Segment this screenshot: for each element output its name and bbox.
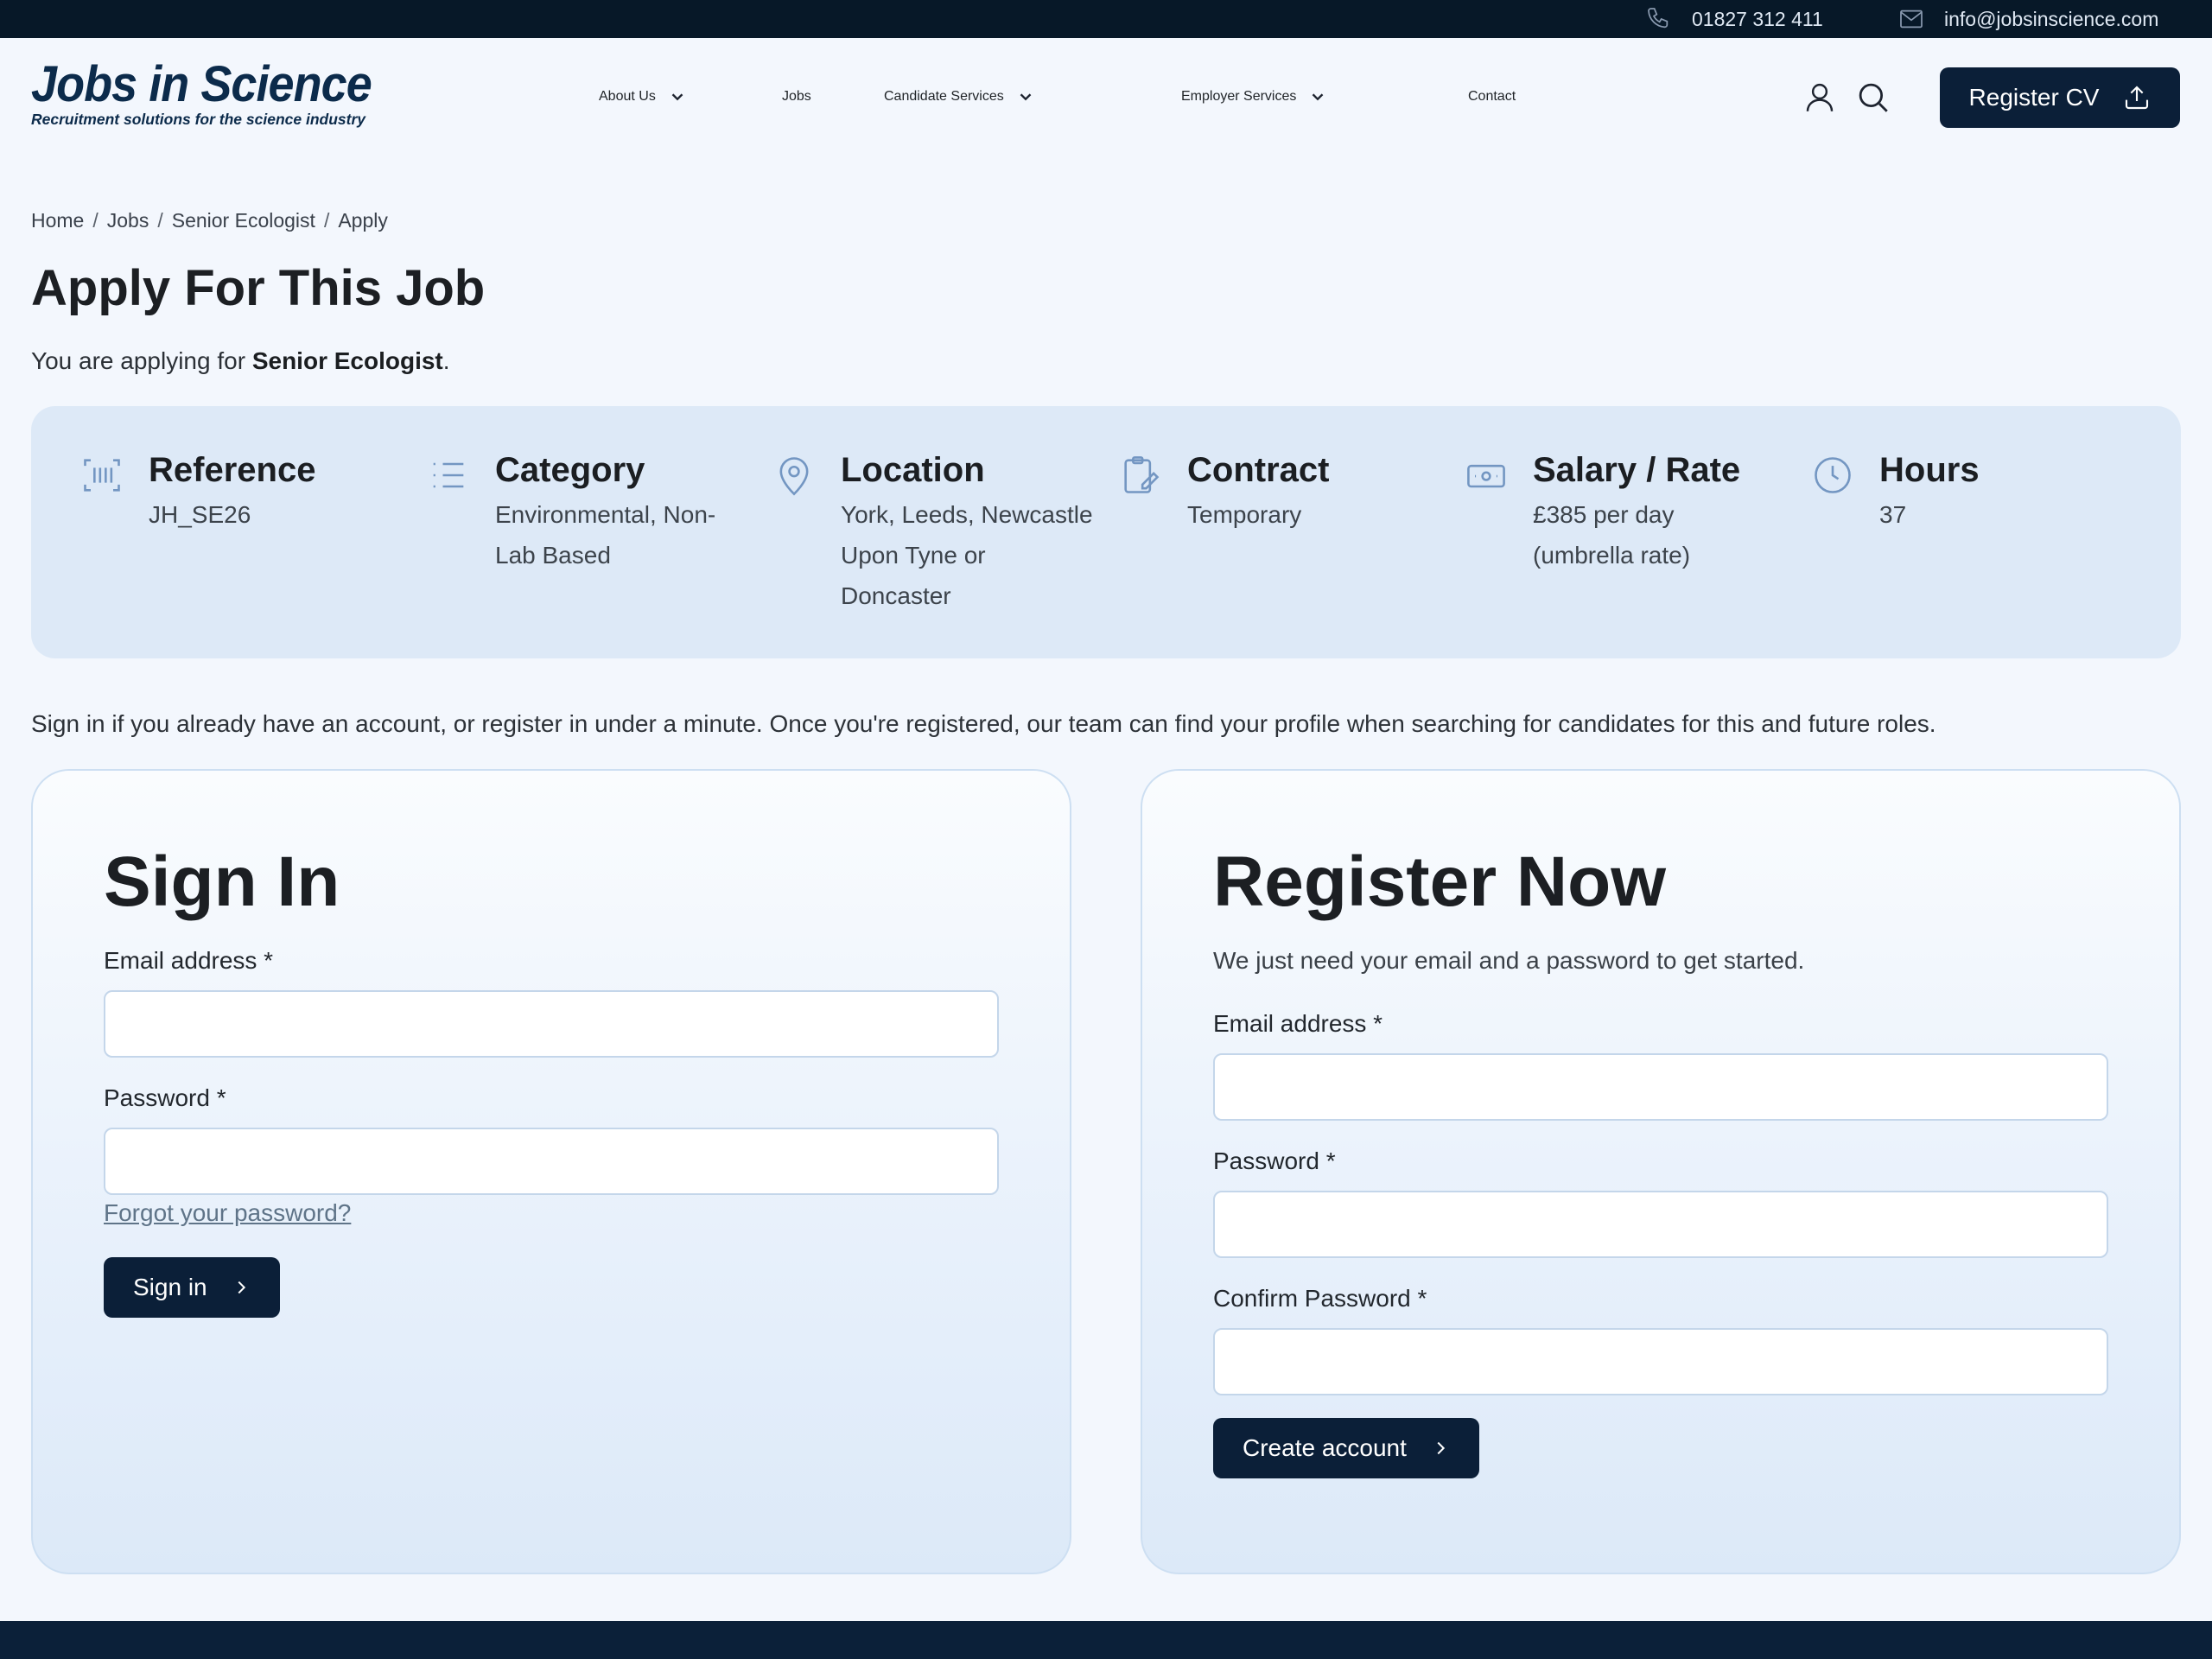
detail-label: Category bbox=[495, 451, 645, 489]
nav-jobs[interactable]: Jobs bbox=[782, 38, 811, 156]
site-logo[interactable]: Jobs in Science Recruitment solutions fo… bbox=[31, 60, 397, 129]
nav-label: Contact bbox=[1468, 89, 1516, 104]
breadcrumb-job[interactable]: Senior Ecologist bbox=[172, 209, 315, 232]
nav-label: Candidate Services bbox=[884, 89, 1004, 104]
nav-label: Jobs bbox=[782, 89, 811, 104]
nav-label: About Us bbox=[599, 89, 656, 104]
create-account-button[interactable]: Create account bbox=[1213, 1418, 1479, 1478]
nav-employer-services[interactable]: Employer Services bbox=[1181, 38, 1327, 156]
detail-label: Hours bbox=[1879, 451, 1980, 489]
breadcrumb-separator: / bbox=[323, 209, 330, 232]
detail-value: 37 bbox=[1879, 501, 1907, 528]
clipboard-icon bbox=[1124, 456, 1160, 493]
topbar-phone-link[interactable]: 01827 312 411 bbox=[1645, 0, 1823, 38]
breadcrumb-jobs[interactable]: Jobs bbox=[107, 209, 149, 232]
breadcrumb-current: Apply bbox=[338, 209, 388, 232]
detail-value: £385 per day (umbrella rate) bbox=[1533, 501, 1691, 569]
nav-candidate-services[interactable]: Candidate Services bbox=[884, 38, 1035, 156]
register-confirm-label: Confirm Password * bbox=[1213, 1285, 1427, 1312]
breadcrumb: Home / Jobs / Senior Ecologist / Apply bbox=[31, 209, 388, 232]
detail-value: Temporary bbox=[1187, 501, 1302, 528]
chevron-right-icon bbox=[1437, 1441, 1445, 1455]
sign-in-button[interactable]: Sign in bbox=[104, 1257, 280, 1318]
signin-email-label: Email address * bbox=[104, 947, 274, 974]
chevron-right-icon bbox=[238, 1281, 245, 1294]
chevron-down-icon bbox=[671, 93, 683, 101]
breadcrumb-home[interactable]: Home bbox=[31, 209, 84, 232]
chevron-down-icon bbox=[1313, 93, 1324, 101]
register-cv-label: Register CV bbox=[1968, 84, 2100, 111]
detail-label: Location bbox=[841, 451, 985, 489]
register-cv-button[interactable]: Register CV bbox=[1940, 67, 2180, 128]
topbar-email-link[interactable]: info@jobsinscience.com bbox=[1897, 0, 2158, 38]
sign-in-title: Sign In bbox=[104, 842, 340, 921]
location-pin-icon bbox=[779, 457, 809, 496]
money-icon bbox=[1467, 464, 1505, 488]
breadcrumb-separator: / bbox=[92, 209, 99, 232]
forgot-password-link[interactable]: Forgot your password? bbox=[104, 1199, 351, 1227]
nav-contact[interactable]: Contact bbox=[1468, 38, 1516, 156]
register-email-input[interactable] bbox=[1213, 1053, 2108, 1121]
user-icon[interactable] bbox=[1802, 79, 1838, 116]
detail-value: York, Leeds, Newcastle Upon Tyne or Donc… bbox=[841, 501, 1093, 609]
register-card: Register Now We just need your email and… bbox=[1141, 769, 2181, 1574]
chevron-down-icon bbox=[1020, 93, 1032, 101]
applying-suffix: . bbox=[442, 347, 450, 374]
detail-label: Reference bbox=[149, 451, 316, 489]
intro-text: Sign in if you already have an account, … bbox=[31, 710, 1936, 737]
email-address: info@jobsinscience.com bbox=[1944, 7, 2159, 30]
nav-label: Employer Services bbox=[1181, 89, 1297, 104]
phone-icon bbox=[1648, 8, 1669, 29]
mail-icon bbox=[1900, 10, 1923, 29]
breadcrumb-separator: / bbox=[157, 209, 163, 232]
detail-label: Contract bbox=[1187, 451, 1330, 489]
footer-strip bbox=[0, 1621, 2212, 1659]
register-email-label: Email address * bbox=[1213, 1010, 1383, 1037]
upload-icon bbox=[2126, 86, 2149, 110]
detail-value: Environmental, Non-Lab Based bbox=[495, 501, 716, 569]
create-account-label: Create account bbox=[1243, 1434, 1407, 1461]
job-title: Senior Ecologist bbox=[251, 347, 443, 374]
search-icon[interactable] bbox=[1855, 79, 1891, 116]
list-icon bbox=[433, 462, 464, 488]
barcode-icon bbox=[84, 459, 120, 492]
nav-about-us[interactable]: About Us bbox=[599, 38, 687, 156]
page-title: Apply For This Job bbox=[31, 260, 486, 316]
site-header: Jobs in Science Recruitment solutions fo… bbox=[0, 38, 2212, 156]
sign-in-card: Sign In Email address * Password * Forgo… bbox=[31, 769, 1071, 1574]
phone-number: 01827 312 411 bbox=[1692, 7, 1823, 30]
sign-in-button-label: Sign in bbox=[133, 1274, 207, 1300]
applying-for-text: You are applying for Senior Ecologist. bbox=[31, 347, 450, 375]
clock-icon bbox=[1815, 457, 1851, 493]
register-password-input[interactable] bbox=[1213, 1191, 2108, 1258]
register-password-label: Password * bbox=[1213, 1147, 1336, 1174]
register-description: We just need your email and a password t… bbox=[1213, 947, 1805, 974]
detail-label: Salary / Rate bbox=[1533, 451, 1741, 489]
register-title: Register Now bbox=[1213, 842, 1666, 921]
logo-tagline: Recruitment solutions for the science in… bbox=[31, 111, 366, 128]
job-details-panel: Reference JH_SE26 Category Environmental… bbox=[31, 406, 2181, 658]
detail-value: JH_SE26 bbox=[149, 501, 251, 528]
top-contact-bar: 01827 312 411 info@jobsinscience.com bbox=[0, 0, 2212, 38]
logo-title: Jobs in Science bbox=[31, 56, 372, 112]
signin-password-input[interactable] bbox=[104, 1128, 999, 1195]
signin-password-label: Password * bbox=[104, 1084, 226, 1111]
signin-email-input[interactable] bbox=[104, 990, 999, 1058]
register-confirm-input[interactable] bbox=[1213, 1328, 2108, 1395]
applying-prefix: You are applying for bbox=[31, 347, 252, 374]
